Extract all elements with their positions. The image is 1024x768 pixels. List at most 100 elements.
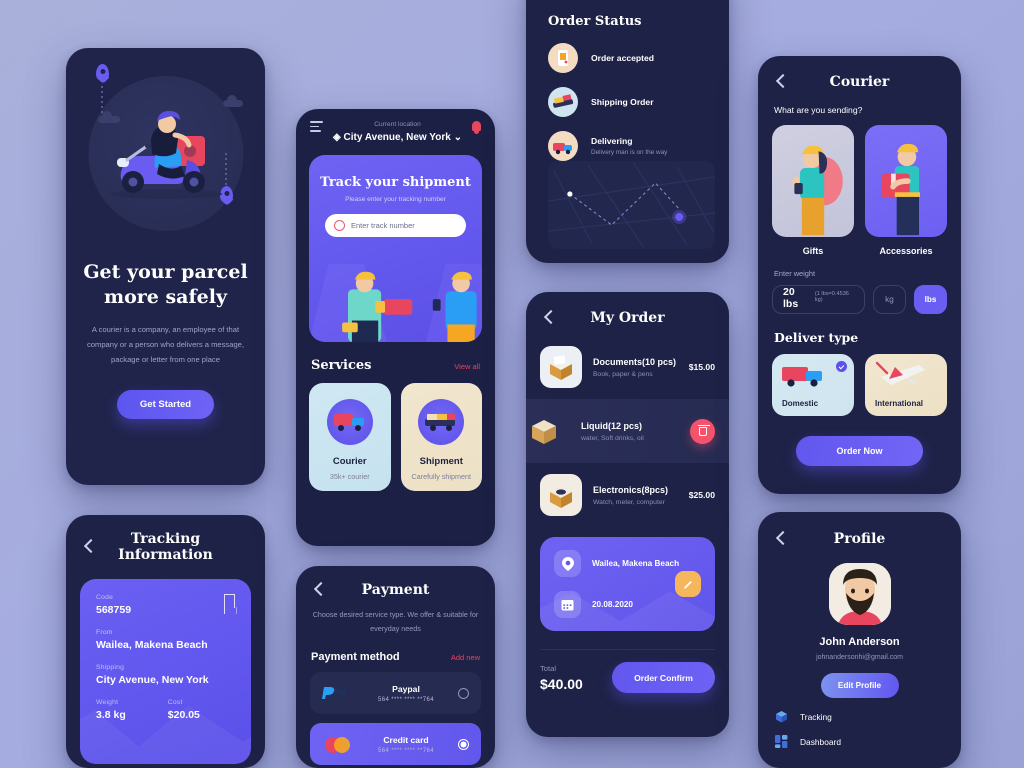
- delivery-details-card: Wailea, Makena Beach 20.08.2020: [540, 537, 715, 631]
- courier-header: Courier: [758, 56, 961, 91]
- total-label: Total: [540, 663, 557, 673]
- onboarding-title: Get your parcel more safely: [66, 260, 265, 309]
- address-value: Wailea, Makena Beach: [592, 559, 680, 568]
- onboarding-title-line2: more safely: [103, 285, 228, 308]
- payment-method-name: Credit card: [383, 734, 429, 745]
- menu-item-tracking[interactable]: Tracking: [758, 698, 961, 723]
- back-icon[interactable]: [772, 73, 790, 91]
- order-item-name: Electronics(8pcs): [593, 484, 669, 495]
- delivering-icon: [548, 131, 578, 161]
- page-title: My Order: [590, 310, 665, 326]
- tracking-card: Code 568759 From Wailea, Makena Beach Sh…: [80, 579, 251, 764]
- get-started-button[interactable]: Get Started: [117, 389, 214, 419]
- electronics-box-icon: [540, 474, 582, 516]
- date-value: 20.08.2020: [592, 600, 633, 609]
- avatar: [828, 563, 891, 625]
- current-location-caption: Current location: [374, 121, 421, 128]
- mastercard-logo: [322, 736, 354, 754]
- service-desc: Carefully shipment: [411, 472, 472, 481]
- calendar-icon: [554, 591, 581, 618]
- edit-profile-button[interactable]: Edit Profile: [820, 673, 899, 698]
- gifts-illustration: [772, 125, 854, 237]
- total-value: $40.00: [540, 675, 583, 692]
- track-title: Track your shipment: [320, 175, 471, 190]
- service-card-courier[interactable]: Courier 35k+ courier: [309, 383, 391, 491]
- send-option-gifts[interactable]: Gifts: [772, 125, 854, 256]
- code-label: Code: [96, 594, 114, 601]
- track-number-input[interactable]: Enter track number: [325, 214, 466, 237]
- deliver-type-international[interactable]: International: [865, 354, 947, 416]
- bookmark-icon[interactable]: [224, 594, 235, 608]
- shipping-order-icon: [548, 87, 578, 117]
- onboarding-description: A courier is a company, an employee of t…: [86, 325, 245, 364]
- order-item-name: Documents(10 pcs): [593, 356, 677, 367]
- edit-button[interactable]: [675, 571, 701, 597]
- service-desc: 35k+ courier: [329, 472, 370, 481]
- back-icon[interactable]: [540, 309, 558, 327]
- unit-kg-button[interactable]: kg: [873, 285, 906, 314]
- order-item[interactable]: Liquid(12 pcs) water, Soft drinks, oil: [526, 399, 729, 463]
- weight-input[interactable]: 20 lbs (1 lbs=0.4536 kg): [772, 285, 865, 314]
- payment-radio[interactable]: [458, 687, 469, 699]
- payment-method-credit-card[interactable]: Credit card 564 **** **** **764: [310, 723, 481, 766]
- courier-question: What are you sending?: [774, 105, 863, 115]
- step-name: Delivering: [591, 136, 633, 146]
- tracking-header: Tracking Information: [66, 515, 265, 563]
- profile-email: johnandersonhi@gmail.com: [816, 654, 903, 661]
- current-location[interactable]: Current location ◈ City Avenue, New York…: [323, 121, 472, 143]
- service-name: Courier: [332, 456, 367, 467]
- services-header: Services View all: [296, 342, 495, 373]
- page-title: Tracking Information: [118, 531, 213, 563]
- unit-lbs-button[interactable]: lbs: [914, 285, 947, 314]
- route-map[interactable]: [548, 161, 715, 249]
- order-status-step: Order accepted: [526, 29, 729, 73]
- payment-method-header: Payment method Add new: [296, 635, 495, 663]
- paypal-logo: Pal: [322, 685, 354, 701]
- shipping-label: Shipping: [96, 664, 125, 671]
- location-dot-icon: ◈: [333, 132, 341, 143]
- menu-icon[interactable]: [310, 121, 323, 135]
- from-value: Wailea, Makena Beach: [96, 639, 208, 651]
- map-pin-icon: [96, 64, 109, 81]
- location-pin-icon: [554, 550, 581, 577]
- order-item[interactable]: Documents(10 pcs) Book, paper & pens $15…: [526, 335, 729, 399]
- payment-method-number: 564 **** **** **764: [378, 747, 434, 754]
- payment-method-name: Paypal: [392, 683, 420, 694]
- step-name: Order accepted: [591, 53, 655, 63]
- menu-item-label: Tracking: [800, 711, 832, 722]
- screens-board: Get your parcel more safely A courier is…: [0, 0, 1024, 768]
- payment-method-paypal[interactable]: Pal Paypal 564 **** **** **764: [310, 672, 481, 715]
- order-status-title: Order Status: [548, 14, 642, 29]
- back-icon[interactable]: [772, 530, 790, 548]
- payment-header: Payment: [296, 566, 495, 599]
- add-new-link[interactable]: Add new: [451, 653, 480, 662]
- order-status-step: Shipping Order: [526, 73, 729, 117]
- order-item-price: $25.00: [688, 490, 715, 500]
- back-icon[interactable]: [310, 581, 328, 599]
- payment-radio[interactable]: [458, 738, 469, 750]
- notification-bell-icon[interactable]: [472, 121, 481, 134]
- menu-item-dashboard[interactable]: Dashboard: [758, 723, 961, 748]
- order-item[interactable]: Electronics(8pcs) Watch, meter, computer…: [526, 463, 729, 527]
- send-option-accessories[interactable]: Accessories: [865, 125, 947, 256]
- cost-value: $20.05: [167, 709, 200, 721]
- back-icon[interactable]: [80, 538, 98, 556]
- order-now-button[interactable]: Order Now: [796, 436, 923, 466]
- delete-item-button[interactable]: [690, 418, 715, 444]
- order-accepted-icon: [548, 43, 578, 73]
- order-confirm-button[interactable]: Order Confirm: [612, 662, 715, 693]
- my-order-screen: My Order Documents(10 pcs) Book, paper &…: [526, 292, 729, 737]
- grid-icon: [775, 735, 788, 748]
- deliver-type-domestic[interactable]: Domestic: [772, 354, 854, 416]
- deliver-type-name: International: [875, 399, 924, 408]
- deliver-type-name: Domestic: [782, 399, 819, 408]
- weight-label: Enter weight: [774, 269, 816, 278]
- order-item-desc: Watch, meter, computer: [593, 498, 665, 506]
- menu-item-label: Dashboard: [800, 736, 841, 747]
- onboarding-screen: Get your parcel more safely A courier is…: [66, 48, 265, 485]
- service-card-shipment[interactable]: Shipment Carefully shipment: [400, 383, 482, 491]
- check-icon: [836, 361, 847, 372]
- view-all-link[interactable]: View all: [454, 362, 480, 371]
- send-option-name: Gifts: [802, 246, 824, 256]
- cost-label: Cost: [167, 699, 183, 706]
